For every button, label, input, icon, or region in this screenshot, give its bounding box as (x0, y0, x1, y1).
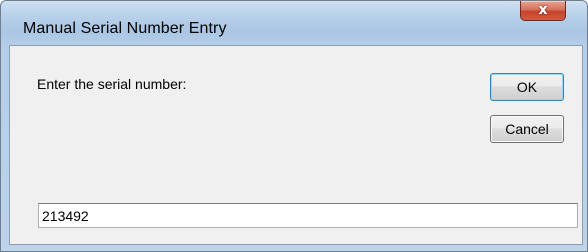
ok-button[interactable]: OK (490, 73, 564, 101)
close-icon: x (538, 2, 548, 18)
cancel-button[interactable]: Cancel (490, 115, 564, 143)
title-bar[interactable]: Manual Serial Number Entry x (1, 1, 587, 45)
dialog-window: Manual Serial Number Entry x Enter the s… (0, 0, 588, 252)
serial-number-input[interactable] (38, 203, 578, 228)
serial-prompt-label: Enter the serial number: (37, 76, 187, 92)
window-title: Manual Serial Number Entry (23, 20, 227, 37)
dialog-body: Enter the serial number: OK Cancel (9, 45, 583, 245)
close-button[interactable]: x (520, 1, 566, 21)
